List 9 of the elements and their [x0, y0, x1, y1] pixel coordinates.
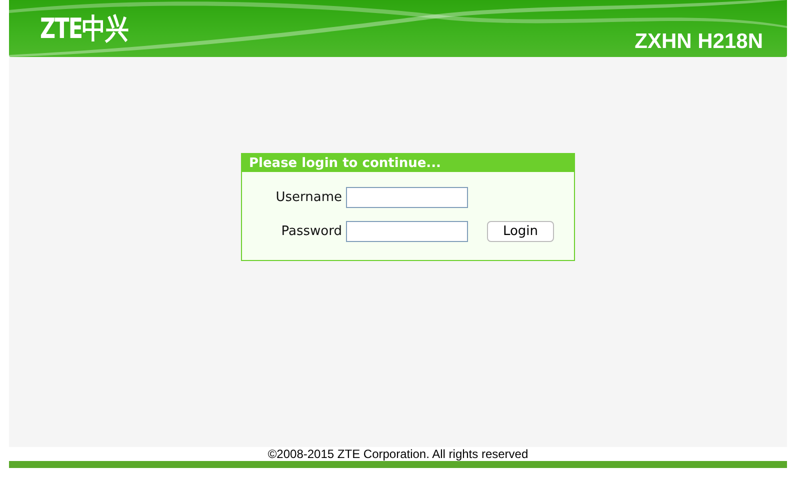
login-button[interactable]: Login: [487, 221, 554, 242]
field-label: Username: [274, 190, 342, 205]
logo: ZTE中兴: [40, 12, 128, 46]
field-label: Password: [280, 224, 342, 239]
input-field[interactable]: [346, 187, 468, 208]
input-field[interactable]: [346, 221, 468, 242]
model-name: ZXHN H218N: [634, 30, 763, 54]
panel-title: Please login to continue...: [242, 154, 574, 172]
copyright-text: ©2008-2015 ZTE Corporation. All rights reserved: [268, 447, 528, 461]
